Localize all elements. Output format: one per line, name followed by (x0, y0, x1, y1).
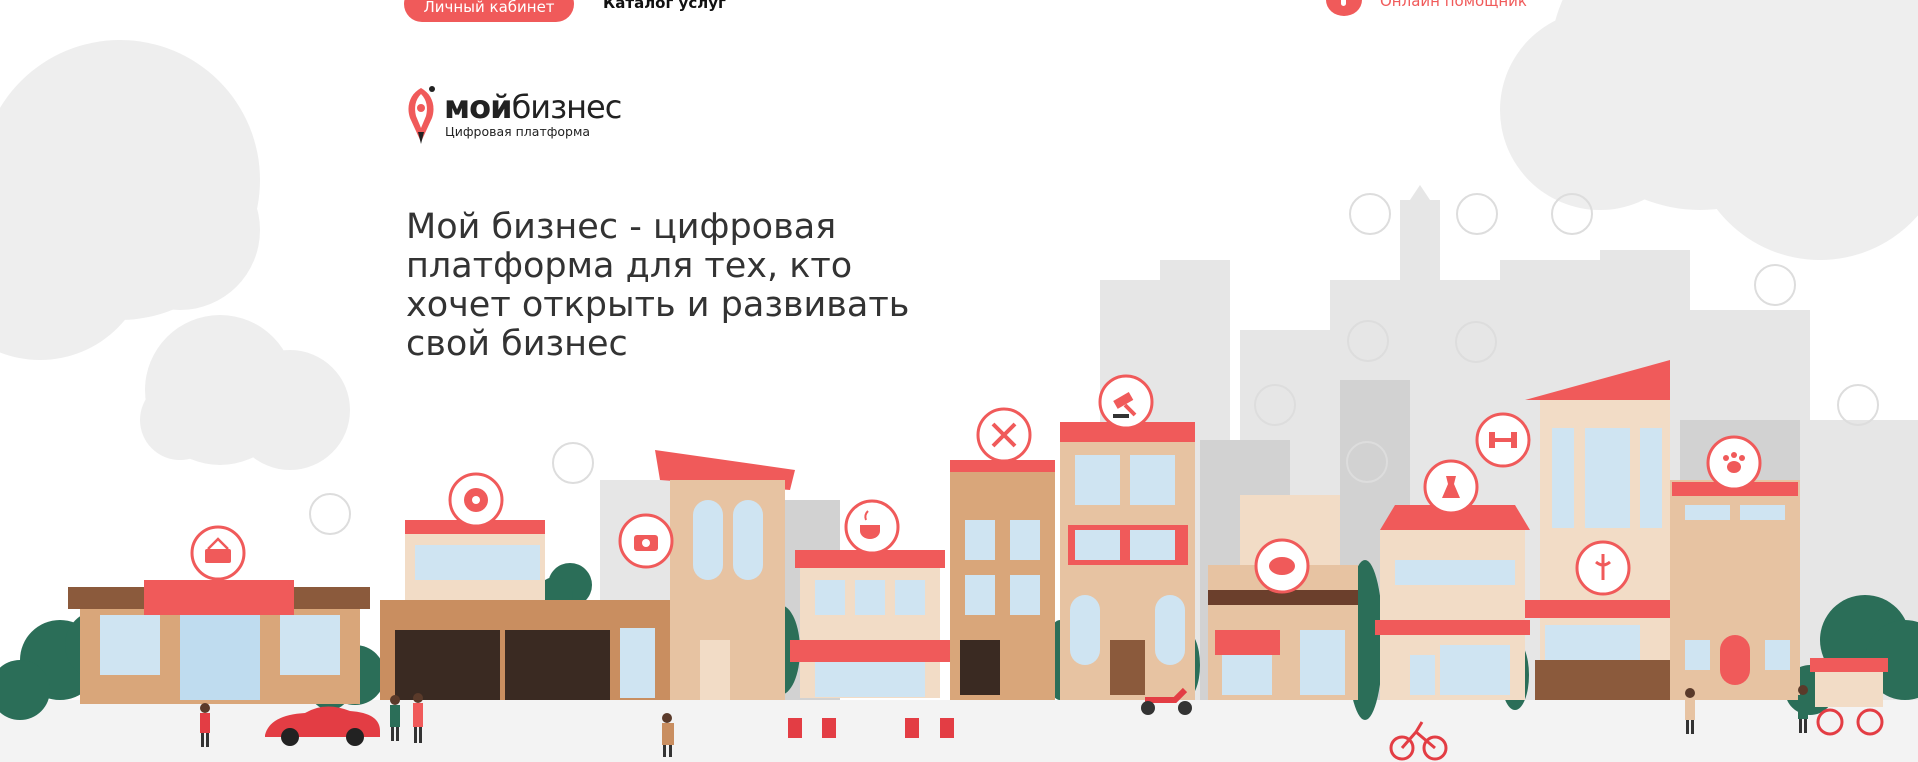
building-pet (1670, 480, 1800, 700)
logo[interactable]: мойбизнес Цифровая платформа (404, 84, 624, 148)
building-law (1060, 422, 1195, 700)
personal-account-button[interactable]: Личный кабинет (404, 0, 574, 22)
basket-icon (190, 525, 246, 581)
building-grocery (68, 580, 370, 704)
dress-icon (1423, 459, 1479, 515)
building-fashion (1375, 505, 1530, 700)
logo-subtitle: Цифровая платформа (445, 124, 591, 139)
gear-icon (1837, 384, 1879, 426)
hero-headline: Мой бизнес - цифровая платформа для тех,… (406, 207, 910, 364)
flower-icon (1349, 193, 1391, 235)
graduation-cap-icon (1456, 193, 1498, 235)
pharmacy-icon (1575, 540, 1631, 596)
house-icon (552, 442, 594, 484)
top-navigation: Личный кабинет Каталог услуг Онлайн помо… (0, 0, 1918, 30)
assistant-icon[interactable] (1326, 0, 1362, 16)
paw-icon (1706, 435, 1762, 491)
city-illustration (0, 0, 1918, 762)
tools-icon (976, 407, 1032, 463)
online-assistant-link[interactable]: Онлайн помощник (1380, 0, 1527, 10)
coffee-cup-icon (844, 499, 900, 555)
building-pharmacy (1525, 360, 1685, 700)
film-reel-icon (448, 472, 504, 528)
rocket-pin-icon (408, 86, 435, 144)
building-photo (655, 450, 795, 700)
logo-name: мойбизнес (444, 88, 622, 126)
camera-icon (618, 513, 674, 569)
phone-icon (309, 493, 351, 535)
service-catalog-link[interactable]: Каталог услуг (603, 0, 726, 12)
truck-icon (1754, 264, 1796, 306)
bread-icon (1254, 538, 1310, 594)
building-repair (950, 460, 1055, 700)
gavel-icon (1098, 374, 1154, 430)
dumbbell-icon (1475, 412, 1531, 468)
building-cafe (790, 550, 950, 698)
